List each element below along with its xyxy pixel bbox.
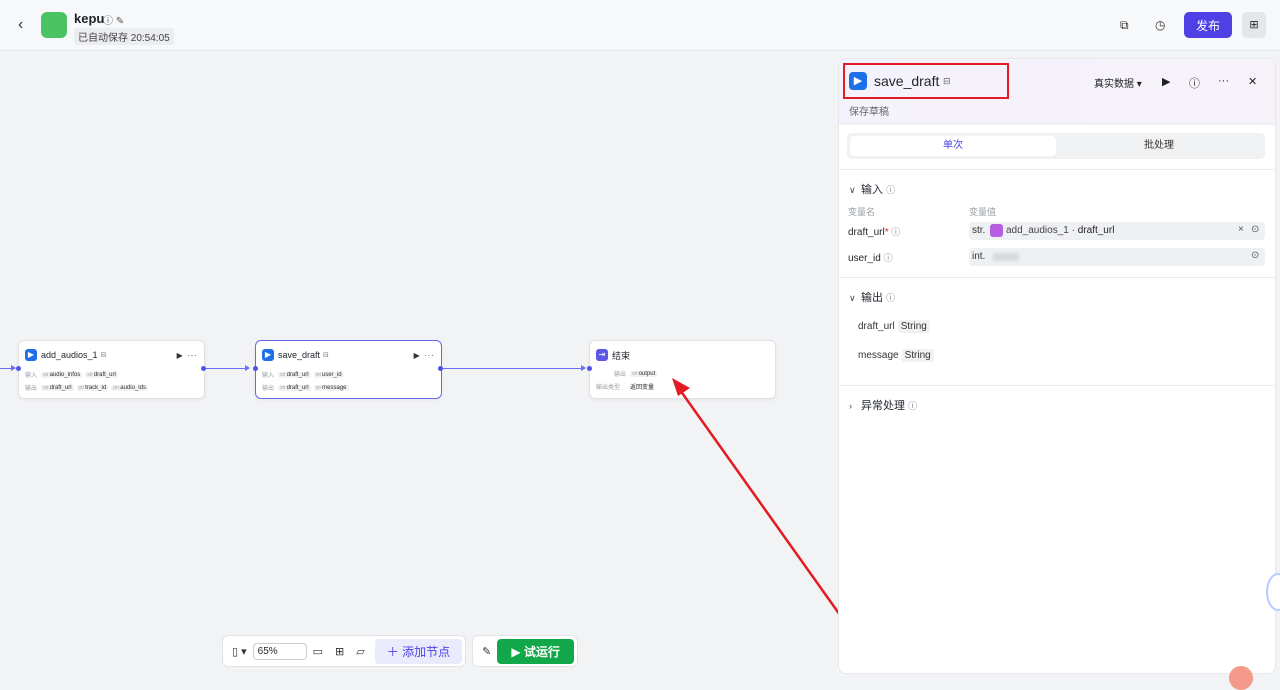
node-actions[interactable]: ▶ ···: [177, 351, 198, 360]
variable-picker-icon[interactable]: ⊙: [1251, 224, 1259, 235]
user-id-field[interactable]: int. ⊙: [969, 248, 1265, 266]
panel-subtitle: 保存草稿: [849, 107, 889, 118]
node-title: save_draft: [278, 350, 321, 360]
reference-value: add_audios_1 · draft_url: [1006, 225, 1115, 236]
bottom-toolbar: ▯ ▾ 65% ▭ ⊞ ▱ ＋ 添加节点 ✎ ▶ 试运行: [222, 635, 578, 667]
zoom-select[interactable]: 65%: [252, 642, 307, 660]
node-config-panel: ▶ save_draft ⊟ 保存草稿 真实数据 ▾ ▶ ⓘ ··· ✕ 单次 …: [838, 58, 1276, 674]
edge-save-end: [443, 365, 586, 371]
store-icon: ⊟: [323, 352, 329, 359]
app-name: kepu: [74, 11, 105, 26]
param-tag: strdraft_url: [41, 384, 74, 391]
panel-title: save_draft: [874, 73, 940, 89]
app-logo: [41, 12, 67, 38]
run-icon[interactable]: ▶: [1162, 75, 1170, 88]
add-node-button[interactable]: ＋ 添加节点: [374, 638, 463, 664]
output-label: 输出: [25, 386, 38, 392]
col-value: 变量值: [969, 207, 997, 217]
variable-picker-icon[interactable]: ⊙: [1251, 250, 1259, 261]
top-bar: ‹ kepu ⓘ ✎ 已自动保存 20:54:05 ⧉ ◷ 发布 ⊞: [0, 0, 1280, 51]
publish-button[interactable]: 发布: [1184, 12, 1232, 38]
help-icon[interactable]: ⓘ: [1189, 75, 1200, 91]
mouse-mode-icon[interactable]: ▯ ▾: [226, 645, 253, 658]
param-tag: strdraft_url: [278, 384, 311, 391]
edge-in: [0, 365, 16, 371]
store-icon: ⊟: [100, 352, 107, 359]
param-name-draft-url: draft_url* ⓘ: [848, 227, 901, 238]
wrench-icon[interactable]: ✎: [476, 645, 497, 658]
param-tag: stroutput: [630, 370, 658, 377]
exception-section-header[interactable]: › 异常处理 ⓘ: [849, 397, 917, 413]
copy-icon[interactable]: ⧉: [1120, 18, 1129, 33]
store-icon: ⊟: [943, 76, 951, 86]
draft-url-field[interactable]: str. add_audios_1 · draft_url × ⊙: [969, 222, 1265, 240]
param-tag: strdraft_url: [278, 371, 311, 378]
input-section-header[interactable]: ∨ 输入 ⓘ: [849, 181, 895, 197]
param-tag: intuser_id: [313, 371, 344, 378]
test-run-button[interactable]: ▶ 试运行: [497, 638, 574, 664]
param-tag: strmessage: [313, 384, 349, 391]
output-section-header[interactable]: ∨ 输出 ⓘ: [849, 289, 895, 305]
autosave-status: 已自动保存 20:54:05: [74, 28, 174, 45]
param-tag: strdraft_url: [85, 371, 118, 378]
node-add-audios[interactable]: ▶ add_audios_1 ⊟ ▶ ··· 输入 straudio_infos…: [18, 340, 205, 399]
video-plugin-icon: ▶: [849, 72, 867, 90]
port-out[interactable]: [438, 366, 443, 371]
workflow-canvas[interactable]: ▶ add_audios_1 ⊟ ▶ ··· 输入 straudio_infos…: [0, 51, 837, 679]
node-save-draft[interactable]: ▶ save_draft ⊟ ▶ ··· 输入 strdraft_url int…: [255, 340, 442, 399]
tab-batch[interactable]: 批处理: [1056, 136, 1262, 156]
port-in[interactable]: [16, 366, 21, 371]
close-icon[interactable]: ✕: [1248, 75, 1257, 88]
info-edit-icons[interactable]: ⓘ ✎: [103, 12, 124, 27]
node-actions[interactable]: ▶ ···: [414, 351, 435, 360]
edge-add-save: [205, 365, 250, 371]
node-end[interactable]: ⇥ 结束 输出 stroutput 输出类型 返回变量: [589, 340, 776, 399]
output-row: message String: [858, 349, 934, 362]
comment-icon[interactable]: ▭: [307, 645, 329, 658]
video-plugin-icon: ▶: [25, 349, 37, 361]
data-mode-dropdown[interactable]: 真实数据 ▾: [1094, 75, 1142, 90]
input-label: 输入: [262, 373, 275, 379]
history-icon[interactable]: ◷: [1155, 18, 1165, 32]
port-in[interactable]: [253, 366, 258, 371]
layout-icon[interactable]: ⊞: [1242, 12, 1266, 38]
video-plugin-icon: ▶: [262, 349, 274, 361]
output-row: draft_url String: [858, 320, 930, 333]
avatar[interactable]: [1229, 666, 1253, 690]
reference-icon: [990, 224, 1003, 237]
chevron-left-icon[interactable]: ‹: [18, 16, 23, 34]
param-tag: arraudio_ids: [111, 384, 148, 391]
output-label: 输出: [613, 372, 626, 378]
param-tag: strtrack_id: [76, 384, 109, 391]
run-mode-tabs: 单次 批处理: [847, 133, 1265, 159]
redacted-value: [993, 253, 1019, 261]
more-icon[interactable]: ···: [1218, 75, 1229, 87]
output-type-value: 返回变量: [630, 385, 655, 391]
port-in[interactable]: [587, 366, 592, 371]
output-label: 输出: [262, 386, 275, 392]
end-icon: ⇥: [596, 349, 608, 361]
tab-single[interactable]: 单次: [850, 136, 1056, 156]
input-label: 输入: [25, 373, 38, 379]
grid-icon[interactable]: ⊞: [329, 645, 350, 658]
output-type-label: 输出类型: [596, 385, 621, 391]
param-tag: straudio_infos: [41, 371, 83, 378]
clear-icon[interactable]: ×: [1238, 224, 1244, 235]
minimap-icon[interactable]: ▱: [350, 645, 370, 658]
col-name: 变量名: [848, 207, 876, 217]
param-name-user-id: user_id ⓘ: [848, 253, 893, 264]
node-title: add_audios_1: [41, 350, 98, 360]
port-out[interactable]: [201, 366, 206, 371]
node-title: 结束: [612, 350, 631, 361]
